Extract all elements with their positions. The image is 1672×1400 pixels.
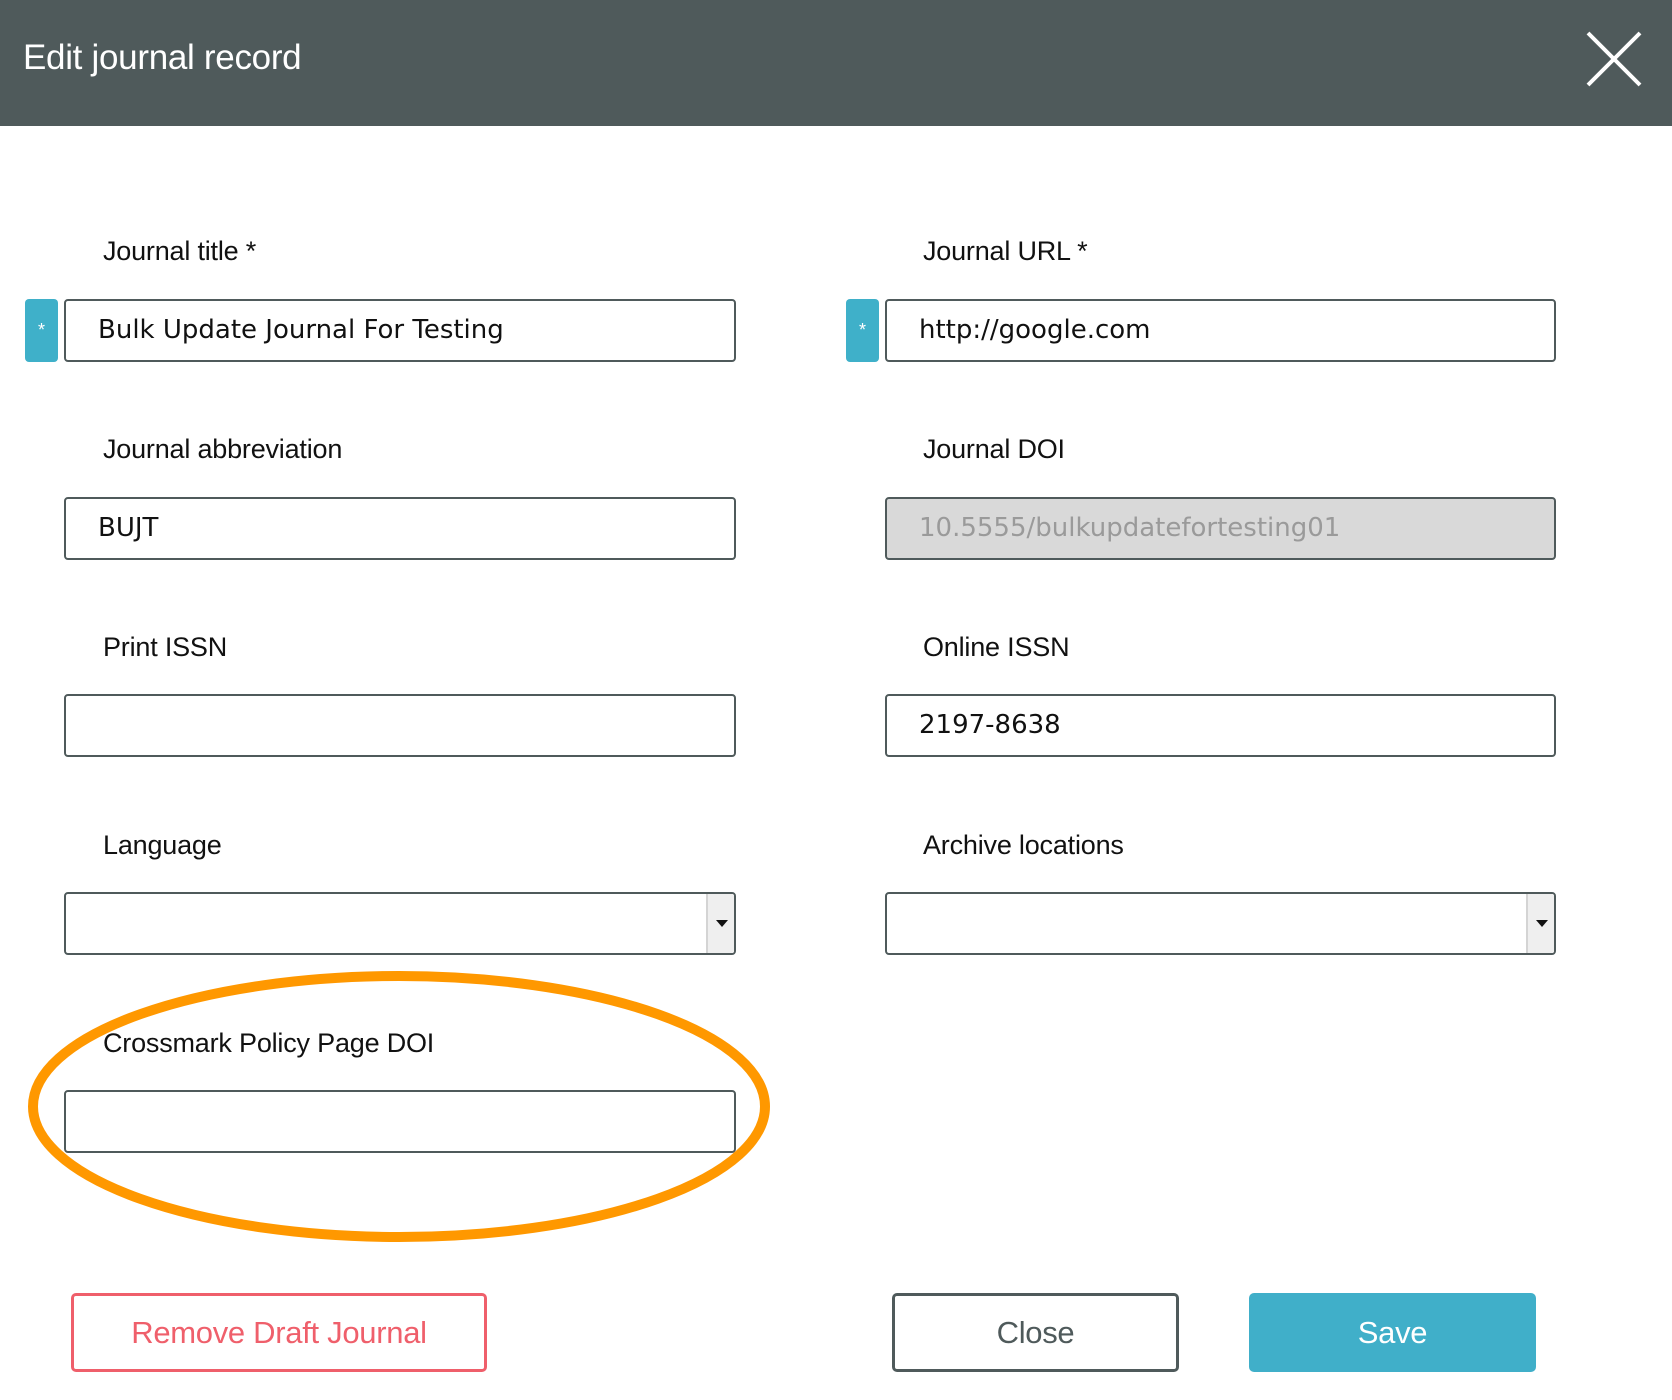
print-issn-input[interactable] [64,694,736,757]
required-badge: * [25,299,58,362]
required-badge: * [846,299,879,362]
online-issn-input[interactable]: 2197-8638 [885,694,1556,757]
close-button[interactable]: Close [892,1293,1179,1372]
online-issn-label: Online ISSN [923,632,1070,662]
save-button[interactable]: Save [1249,1293,1536,1372]
crossmark-policy-page-doi-label: Crossmark Policy Page DOI [103,1028,435,1058]
dialog-title: Edit journal record [23,38,302,77]
journal-abbreviation-input[interactable]: BUJT [64,497,736,560]
journal-title-label: Journal title * [103,236,257,266]
journal-url-label: Journal URL * [923,236,1088,266]
dialog-header: Edit journal record [0,0,1672,126]
language-label: Language [103,830,222,860]
crossmark-policy-page-doi-input[interactable] [64,1090,736,1153]
archive-locations-select[interactable] [885,892,1556,955]
journal-doi-input: 10.5555/bulkupdatefortesting01 [885,497,1556,560]
close-x-icon[interactable] [1584,29,1644,89]
language-select[interactable] [64,892,736,955]
journal-url-input[interactable]: http://google.com [885,299,1556,362]
print-issn-label: Print ISSN [103,632,228,662]
journal-title-input[interactable]: Bulk Update Journal For Testing [64,299,736,362]
remove-draft-journal-button[interactable]: Remove Draft Journal [71,1293,487,1372]
journal-abbreviation-label: Journal abbreviation [103,434,343,464]
journal-doi-label: Journal DOI [923,434,1065,464]
chevron-down-icon[interactable] [706,894,734,953]
archive-locations-label: Archive locations [923,830,1124,860]
chevron-down-icon[interactable] [1526,894,1554,953]
